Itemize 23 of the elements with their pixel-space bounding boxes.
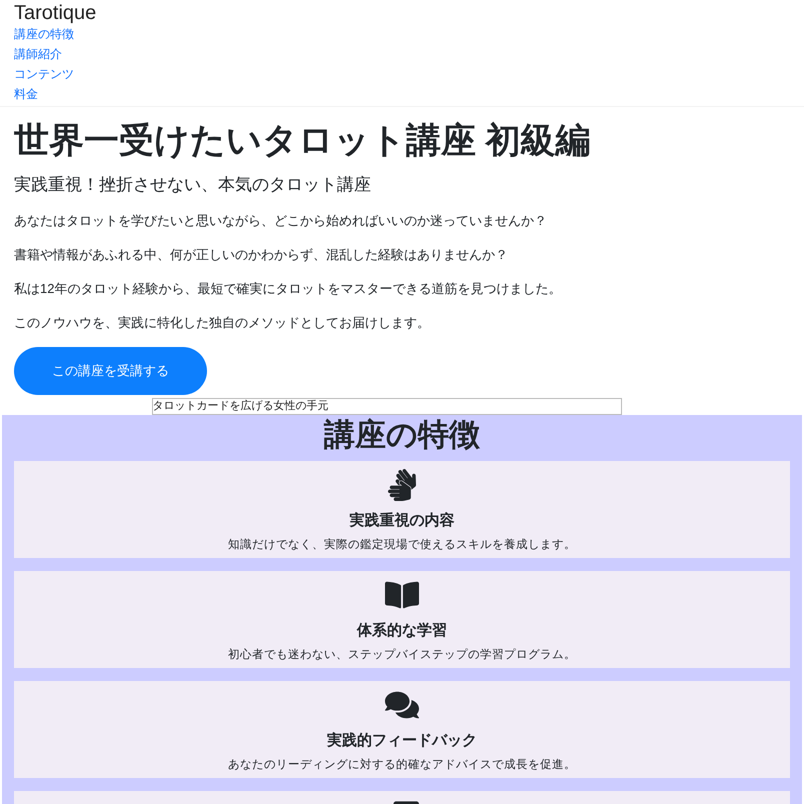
nav-link[interactable]: コンテンツ — [14, 64, 74, 84]
hero-paragraph: このノウハウを、実践に特化した独自のメソッドとしてお届けします。 — [14, 314, 430, 332]
hero-paragraph: 私は12年のタロット経験から、最短で確実にタロットをマスターできる道筋を見つけました。 — [14, 280, 562, 298]
feature-title: 体系的な学習 — [357, 621, 447, 641]
site-brand[interactable]: Tarotique — [14, 2, 96, 24]
hands-icon — [385, 469, 419, 501]
open-book-icon — [385, 579, 419, 611]
feature-text: 知識だけでなく、実際の鑑定現場で使えるスキルを養成します。 — [228, 537, 576, 553]
feature-text: 初心者でも迷わない、ステップバイステップの学習プログラム。 — [228, 647, 576, 663]
features-title: 講座の特徴 — [324, 416, 480, 454]
nav-link[interactable]: 講座の特徴 — [14, 24, 74, 44]
hero-title: 世界一受けたいタロット講座 初級編 — [14, 120, 591, 162]
hero-subtitle: 実践重視！挫折させない、本気のタロット講座 — [14, 174, 371, 196]
nav-link[interactable]: 料金 — [14, 84, 38, 104]
feature-title: 実践的フィードバック — [327, 731, 477, 751]
hero-paragraph: あなたはタロットを学びたいと思いながら、どこから始めればいいのか迷っていませんか？ — [14, 212, 547, 230]
enroll-button[interactable]: この講座を受講する — [14, 347, 207, 395]
hero-paragraph: 書籍や情報があふれる中、何が正しいのかわからず、混乱した経験はありませんか？ — [14, 246, 508, 264]
feature-text: あなたのリーディングに対する的確なアドバイスで成長を促進。 — [228, 757, 576, 773]
feature-title: 実践重視の内容 — [350, 511, 454, 531]
nav-link[interactable]: 講師紹介 — [14, 44, 62, 64]
image-alt-text: タロットカードを広げる女性の手元 — [152, 398, 622, 415]
speech-bubbles-icon — [385, 689, 419, 721]
